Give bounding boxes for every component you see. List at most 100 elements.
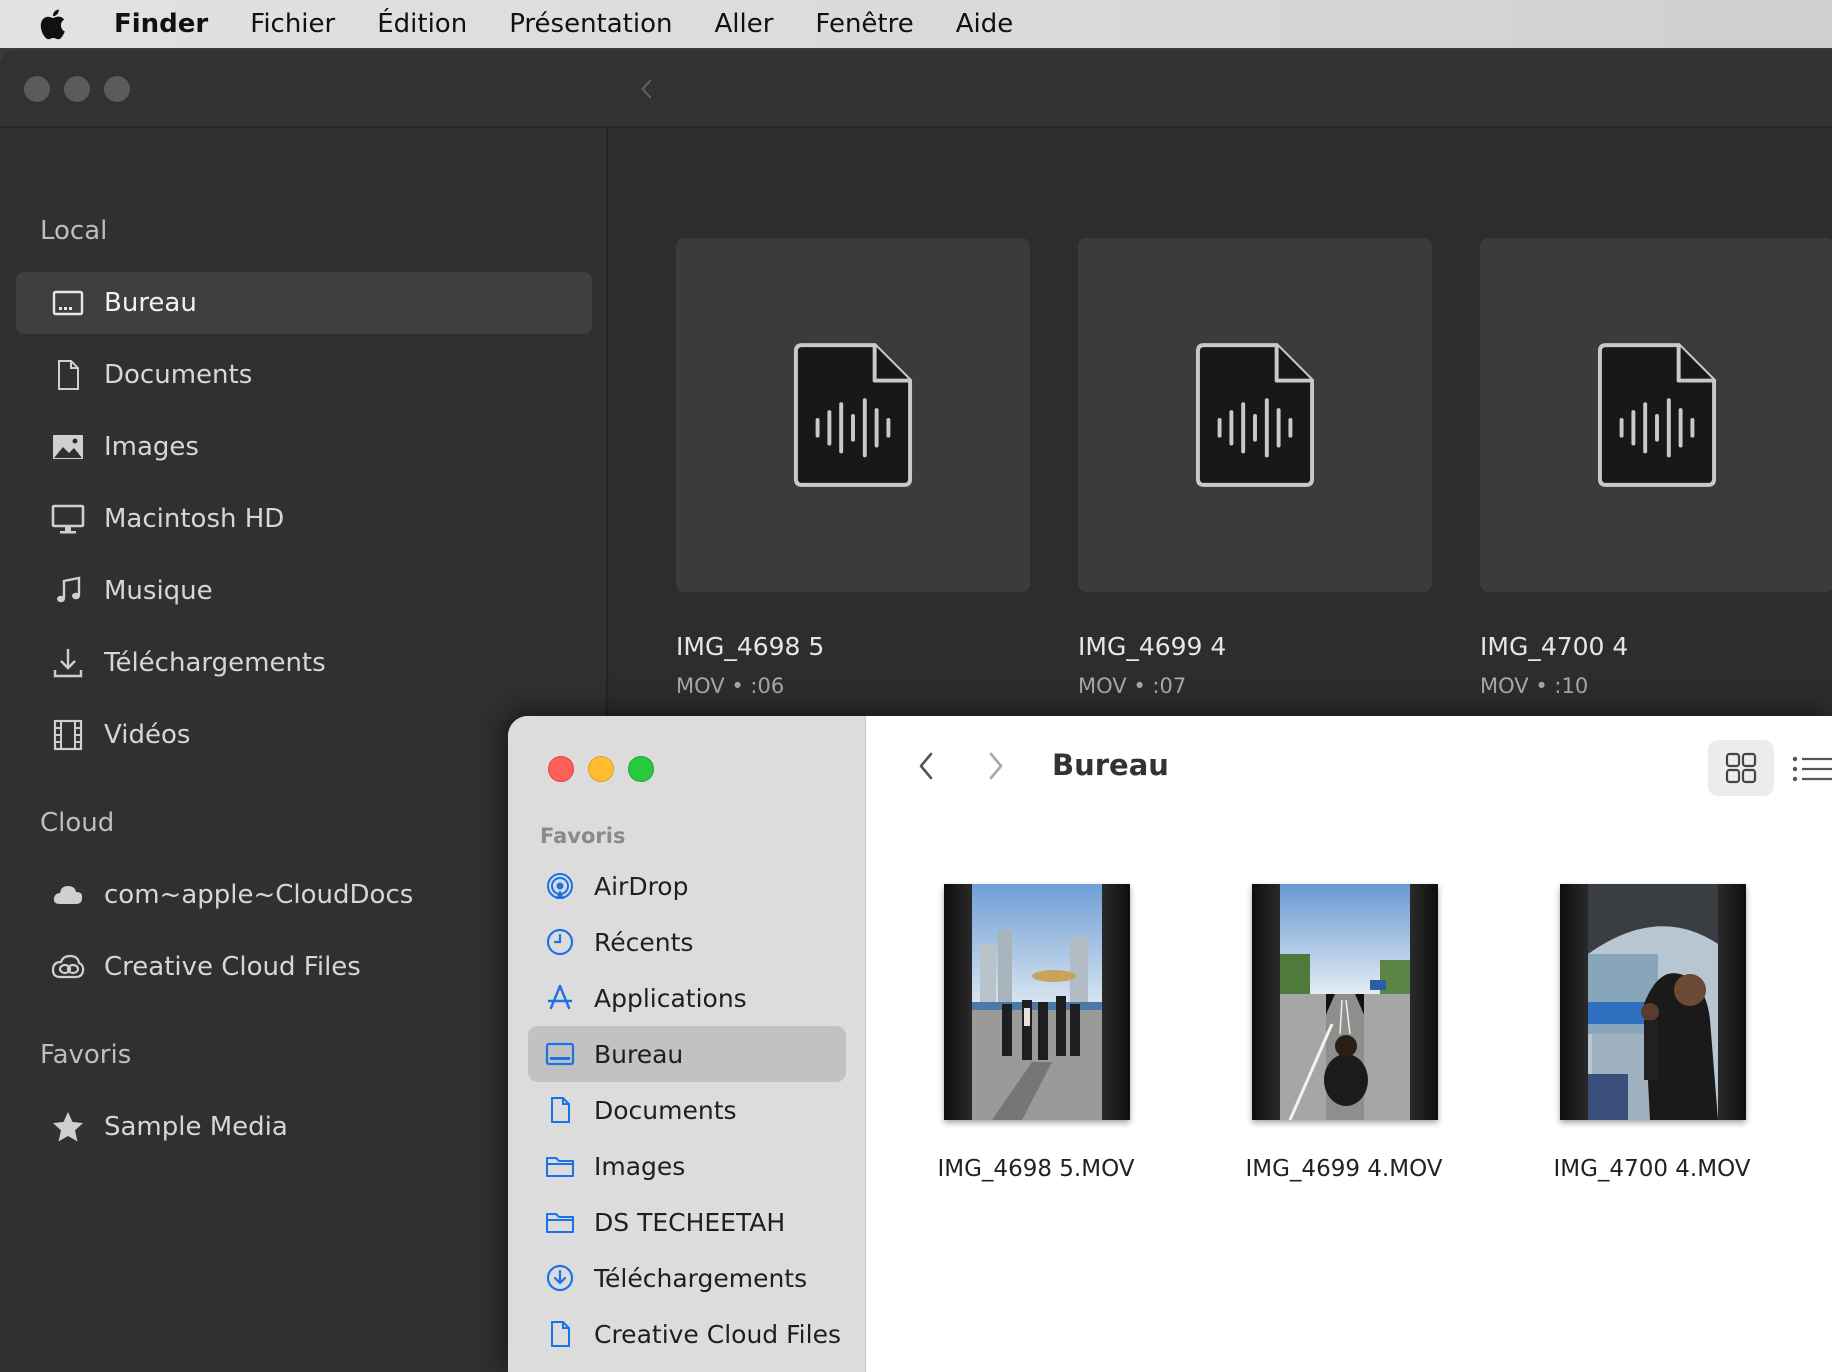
sidebar-item-label: Macintosh HD — [104, 504, 285, 534]
menu-bar: Finder Fichier Édition Présentation Alle… — [0, 0, 1832, 48]
finder-sidebar: Favoris AirDrop Récents Applications Bur… — [508, 716, 866, 1372]
forward-button[interactable] — [982, 748, 1010, 784]
sidebar-item-label: Récents — [594, 927, 694, 957]
sidebar-item-label: Téléchargements — [104, 648, 326, 678]
sidebar-header-local: Local — [40, 216, 108, 246]
audio-file-icon — [793, 343, 913, 487]
menu-finder[interactable]: Finder — [114, 9, 208, 39]
file-card[interactable] — [676, 238, 1030, 592]
sidebar-item-bureau[interactable]: Bureau — [16, 272, 592, 334]
zoom-button[interactable] — [628, 756, 654, 782]
window-close-button[interactable] — [24, 76, 50, 102]
applications-icon — [544, 982, 576, 1014]
sidebar-item-images[interactable]: Images — [16, 416, 592, 478]
sidebar-item-musique[interactable]: Musique — [16, 560, 592, 622]
file-card[interactable] — [1078, 238, 1432, 592]
creative-cloud-icon — [50, 949, 86, 985]
film-icon — [50, 717, 86, 753]
sidebar-item-sample-media[interactable]: Sample Media — [16, 1096, 592, 1158]
cloud-icon — [50, 877, 86, 913]
file-card[interactable] — [1480, 238, 1832, 592]
document-icon — [544, 1318, 576, 1350]
folder-icon — [544, 1150, 576, 1182]
menu-fichier[interactable]: Fichier — [250, 9, 335, 39]
window-zoom-button[interactable] — [104, 76, 130, 102]
sidebar-item-telechargements[interactable]: Téléchargements — [528, 1250, 846, 1306]
audio-file-icon — [1597, 343, 1717, 487]
file-name[interactable]: IMG_4700 4 — [1480, 632, 1628, 661]
back-chevron-icon[interactable] — [636, 74, 656, 104]
sidebar-item-label: Creative Cloud Files — [104, 952, 361, 982]
sidebar-item-documents[interactable]: Documents — [528, 1082, 846, 1138]
sidebar-section-favoris: Favoris — [540, 824, 626, 848]
document-icon — [50, 357, 86, 393]
video-thumbnail[interactable] — [1252, 884, 1438, 1120]
sidebar-item-creative-cloud-files[interactable]: Creative Cloud Files — [16, 936, 592, 998]
sidebar-item-label: AirDrop — [594, 871, 689, 901]
window-minimize-button[interactable] — [64, 76, 90, 102]
video-thumbnail[interactable] — [1560, 884, 1746, 1120]
sidebar-item-label: Musique — [104, 576, 213, 606]
video-thumbnail[interactable] — [944, 884, 1130, 1120]
icon-view-button[interactable] — [1708, 740, 1774, 796]
sidebar-item-macintosh-hd[interactable]: Macintosh HD — [16, 488, 592, 550]
grid-icon — [1725, 752, 1757, 784]
sidebar-header-favoris: Favoris — [40, 1040, 132, 1070]
menu-aller[interactable]: Aller — [715, 9, 774, 39]
sidebar-item-clouddocs[interactable]: com~apple~CloudDocs — [16, 864, 592, 926]
file-name[interactable]: IMG_4698 5.MOV — [916, 1156, 1156, 1182]
file-name[interactable]: IMG_4698 5 — [676, 632, 824, 661]
sidebar-item-label: Documents — [594, 1095, 737, 1125]
clock-icon — [544, 926, 576, 958]
sidebar-item-label: Vidéos — [104, 720, 191, 750]
close-button[interactable] — [548, 756, 574, 782]
sidebar-item-label: Creative Cloud Files — [594, 1319, 841, 1349]
menu-aide[interactable]: Aide — [956, 9, 1014, 39]
dark-titlebar — [0, 50, 1832, 128]
chevron-left-icon — [919, 752, 933, 780]
music-note-icon — [50, 573, 86, 609]
sidebar-item-label: Applications — [594, 983, 747, 1013]
sidebar-item-airdrop[interactable]: AirDrop — [528, 858, 846, 914]
file-name[interactable]: IMG_4699 4.MOV — [1224, 1156, 1464, 1182]
airdrop-icon — [544, 870, 576, 902]
thumbnail-frame-edge — [944, 884, 972, 1120]
sidebar-item-label: Bureau — [594, 1039, 684, 1069]
file-meta: MOV • :07 — [1078, 674, 1187, 698]
sidebar-item-label: Images — [594, 1151, 686, 1181]
sidebar-item-bureau[interactable]: Bureau — [528, 1026, 846, 1082]
sidebar-item-label: Sample Media — [104, 1112, 288, 1142]
sidebar-header-cloud: Cloud — [40, 808, 115, 838]
sidebar-item-documents[interactable]: Documents — [16, 344, 592, 406]
download-icon — [50, 645, 86, 681]
sidebar-item-telechargements[interactable]: Téléchargements — [16, 632, 592, 694]
sidebar-item-images[interactable]: Images — [528, 1138, 846, 1194]
image-icon — [50, 429, 86, 465]
sidebar-item-videos[interactable]: Vidéos — [16, 704, 592, 766]
sidebar-item-label: com~apple~CloudDocs — [104, 880, 414, 910]
video-preview-image — [972, 884, 1102, 1120]
folder-icon — [544, 1206, 576, 1238]
finder-content: Bureau IMG_4698 5.MOV IMG_4699 4.MOV IMG… — [866, 716, 1832, 1372]
audio-file-icon — [1195, 343, 1315, 487]
list-view-button[interactable] — [1792, 752, 1832, 786]
back-button[interactable] — [912, 748, 940, 784]
sidebar-item-ds-techeetah[interactable]: DS TECHEETAH — [528, 1194, 846, 1250]
document-icon — [544, 1094, 576, 1126]
monitor-icon — [50, 501, 86, 537]
file-name[interactable]: IMG_4699 4 — [1078, 632, 1226, 661]
thumbnail-frame-edge — [1252, 884, 1280, 1120]
file-name[interactable]: IMG_4700 4.MOV — [1532, 1156, 1772, 1182]
sidebar-item-recents[interactable]: Récents — [528, 914, 846, 970]
download-circle-icon — [544, 1262, 576, 1294]
minimize-button[interactable] — [588, 756, 614, 782]
menu-fenetre[interactable]: Fenêtre — [815, 9, 913, 39]
sidebar-item-applications[interactable]: Applications — [528, 970, 846, 1026]
star-icon — [50, 1109, 86, 1145]
menu-edition[interactable]: Édition — [377, 9, 467, 39]
menu-presentation[interactable]: Présentation — [509, 9, 672, 39]
sidebar-item-creative-cloud-files[interactable]: Creative Cloud Files — [528, 1306, 846, 1362]
sidebar-item-label: Images — [104, 432, 199, 462]
apple-menu-icon[interactable] — [38, 7, 68, 41]
finder-window: Favoris AirDrop Récents Applications Bur… — [508, 716, 1832, 1372]
